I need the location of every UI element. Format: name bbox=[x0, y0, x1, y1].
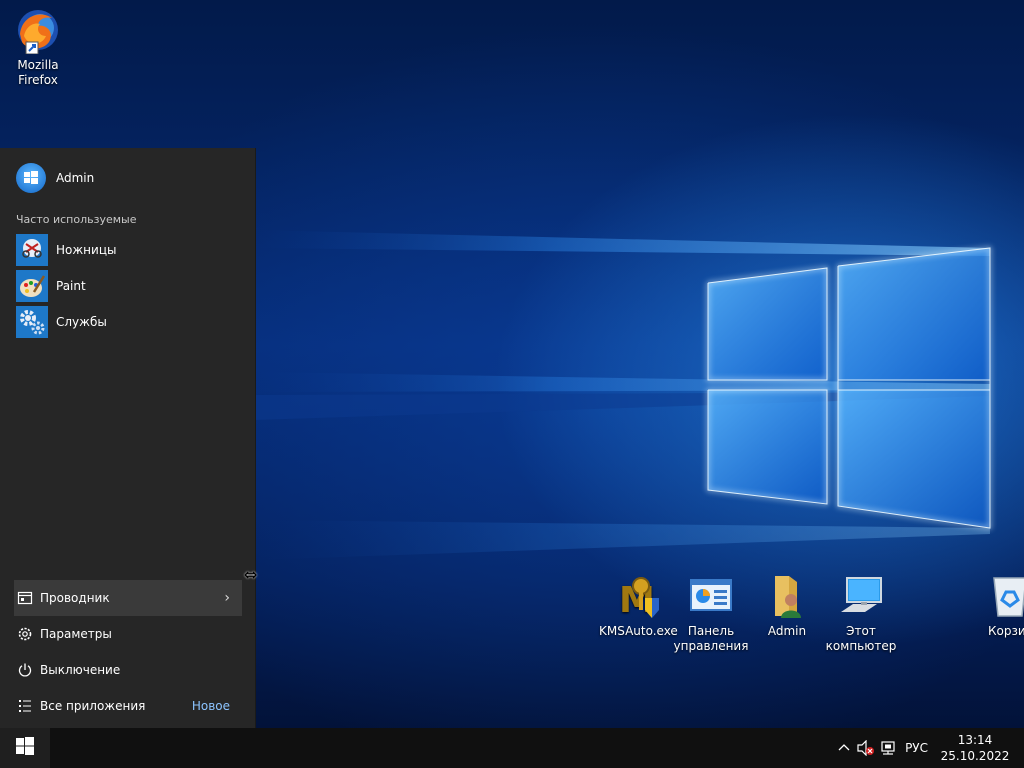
start-menu-user[interactable]: Admin bbox=[0, 160, 256, 196]
clock-date: 25.10.2022 bbox=[940, 749, 1010, 763]
start-explorer-item[interactable]: Проводник › bbox=[14, 580, 242, 616]
desktop-icon-recycle-bin[interactable]: Корзина bbox=[972, 572, 1024, 639]
clock-time: 13:14 bbox=[957, 733, 993, 747]
desktop-icon-control-panel[interactable]: Панель управления bbox=[673, 572, 749, 654]
start-button[interactable] bbox=[0, 728, 50, 768]
start-app-snipping-tool[interactable]: Ножницы bbox=[0, 232, 256, 268]
app-label: Службы bbox=[56, 315, 107, 329]
start-all-apps-item[interactable]: Все приложения Новое bbox=[14, 688, 242, 724]
desktop-icon-label: Mozilla Firefox bbox=[17, 58, 59, 87]
scissors-icon bbox=[16, 234, 48, 266]
desktop-icon-this-pc[interactable]: Этот компьютер bbox=[823, 572, 899, 654]
desktop-icon-label: KMSAuto.exe bbox=[599, 624, 678, 638]
resize-cursor-icon: ⇔ bbox=[244, 565, 258, 584]
gear-icon bbox=[16, 625, 34, 643]
start-app-paint[interactable]: Paint bbox=[0, 268, 256, 304]
services-gear-icon bbox=[16, 306, 48, 338]
clock[interactable]: 13:14 25.10.2022 bbox=[938, 732, 1012, 764]
control-panel-icon bbox=[687, 572, 735, 620]
desktop-icon-kmsauto[interactable]: M KMSAuto.exe bbox=[599, 572, 678, 639]
power-label: Выключение bbox=[40, 663, 121, 677]
taskbar: РУС 13:14 25.10.2022 bbox=[0, 728, 1024, 768]
language-indicator[interactable]: РУС bbox=[905, 741, 928, 755]
start-menu: Admin Часто используемые Ножницы Paint С… bbox=[0, 148, 256, 728]
desktop-icon-label: Этот компьютер bbox=[825, 624, 897, 653]
desktop-icon-admin[interactable]: Admin bbox=[749, 572, 825, 639]
power-icon bbox=[16, 661, 34, 679]
start-settings-item[interactable]: Параметры bbox=[14, 616, 242, 652]
desktop-icon-label: Admin bbox=[767, 624, 807, 638]
app-label: Paint bbox=[56, 279, 86, 293]
new-badge: Новое bbox=[191, 699, 230, 713]
explorer-icon bbox=[16, 589, 34, 607]
firefox-icon bbox=[14, 6, 62, 55]
recycle-bin-icon bbox=[986, 572, 1024, 620]
explorer-label: Проводник bbox=[40, 591, 110, 605]
start-app-services[interactable]: Службы bbox=[0, 304, 256, 340]
kmsauto-icon: M bbox=[613, 572, 661, 621]
all-apps-label: Все приложения bbox=[40, 699, 146, 713]
computer-icon bbox=[837, 572, 885, 620]
system-tray: РУС 13:14 25.10.2022 bbox=[833, 728, 1024, 768]
desktop-icon-firefox[interactable]: Mozilla Firefox bbox=[0, 6, 76, 88]
desktop-icon-label: Корзина bbox=[988, 624, 1024, 638]
frequent-section-title: Часто используемые bbox=[16, 213, 137, 226]
start-power-item[interactable]: Выключение bbox=[14, 652, 242, 688]
volume-muted-icon[interactable] bbox=[855, 728, 877, 768]
user-name: Admin bbox=[56, 171, 95, 185]
user-avatar bbox=[16, 163, 46, 193]
chevron-right-icon[interactable]: › bbox=[224, 590, 230, 606]
desktop-icon-label: Панель управления bbox=[673, 624, 749, 653]
paint-icon bbox=[16, 270, 48, 302]
settings-label: Параметры bbox=[40, 627, 112, 641]
network-icon[interactable] bbox=[877, 728, 899, 768]
user-folder-icon bbox=[763, 572, 811, 620]
app-label: Ножницы bbox=[56, 243, 117, 257]
show-hidden-icons-chevron-icon[interactable] bbox=[833, 728, 855, 768]
list-icon bbox=[16, 697, 34, 715]
windows-logo-icon bbox=[16, 737, 34, 759]
